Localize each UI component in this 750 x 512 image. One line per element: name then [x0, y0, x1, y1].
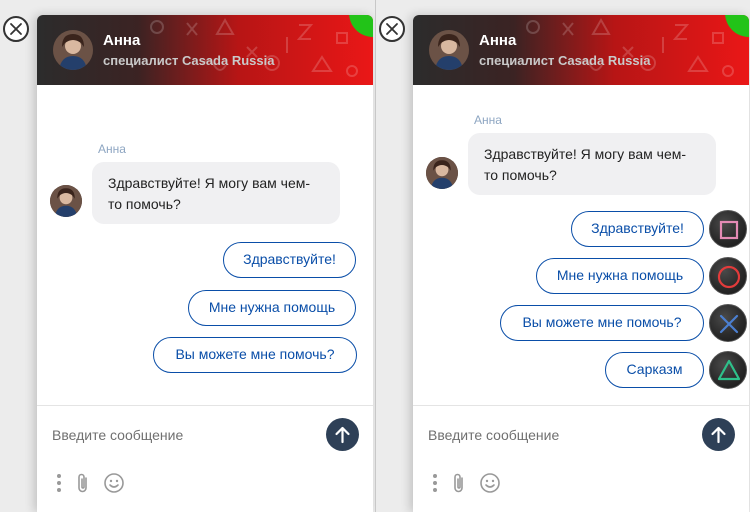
agent-role: специалист Casada Russia: [103, 53, 275, 68]
send-button[interactable]: [702, 418, 735, 451]
cross-button[interactable]: [709, 304, 747, 342]
agent-message-bubble: Здравствуйте! Я могу вам чем-то помочь?: [92, 162, 340, 224]
chat-screen-default: Анна специалист Casada Russia Анна Здрав…: [0, 0, 375, 512]
square-icon: [719, 220, 739, 240]
agent-message-text: Здравствуйте! Я могу вам чем-то помочь?: [484, 146, 687, 183]
message-input[interactable]: [52, 424, 312, 446]
attach-icon[interactable]: [451, 472, 467, 494]
agent-name: Анна: [479, 32, 517, 49]
composer: [37, 405, 373, 512]
close-chat-button[interactable]: [3, 16, 29, 42]
circle-icon: [717, 265, 741, 289]
agent-role: специалист Casada Russia: [479, 53, 651, 68]
chat-header: Анна специалист Casada Russia: [37, 15, 373, 85]
message-avatar: [426, 157, 458, 189]
send-button[interactable]: [326, 418, 359, 451]
chat-widget: Анна специалист Casada Russia Анна Здрав…: [413, 15, 749, 512]
agent-avatar: [53, 30, 93, 70]
emoji-icon[interactable]: [479, 472, 501, 494]
more-options-icon[interactable]: [431, 472, 439, 494]
message-sender-label: Анна: [474, 113, 502, 127]
emoji-icon[interactable]: [103, 472, 125, 494]
agent-message-text: Здравствуйте! Я могу вам чем-то помочь?: [108, 175, 311, 212]
quick-reply-need-help[interactable]: Мне нужна помощь: [536, 258, 704, 294]
agent-message-bubble: Здравствуйте! Я могу вам чем-то помочь?: [468, 133, 716, 195]
arrow-up-icon: [335, 426, 350, 444]
triangle-icon: [717, 359, 741, 381]
message-input[interactable]: [428, 424, 688, 446]
composer: [413, 405, 749, 512]
cross-icon: [719, 314, 739, 334]
attach-icon[interactable]: [75, 472, 91, 494]
quick-reply-hello[interactable]: Здравствуйте!: [223, 242, 356, 278]
quick-reply-hello[interactable]: Здравствуйте!: [571, 211, 704, 247]
message-sender-label: Анна: [98, 142, 126, 156]
circle-button[interactable]: [709, 257, 747, 295]
quick-reply-need-help[interactable]: Мне нужна помощь: [188, 290, 356, 326]
chat-header: Анна специалист Casada Russia: [413, 15, 749, 85]
triangle-button[interactable]: [709, 351, 747, 389]
quick-reply-can-you-help[interactable]: Вы можете мне помочь?: [500, 305, 704, 341]
arrow-up-icon: [711, 426, 726, 444]
close-icon: [10, 23, 22, 35]
chat-screen-gamepad: Анна специалист Casada Russia Анна Здрав…: [376, 0, 750, 512]
agent-name: Анна: [103, 32, 141, 49]
message-avatar: [50, 185, 82, 217]
square-button[interactable]: [709, 210, 747, 248]
chat-widget: Анна специалист Casada Russia Анна Здрав…: [37, 15, 373, 512]
more-options-icon[interactable]: [55, 472, 63, 494]
quick-reply-sarcasm[interactable]: Сарказм: [605, 352, 704, 388]
close-chat-button[interactable]: [379, 16, 405, 42]
agent-avatar: [429, 30, 469, 70]
close-icon: [386, 23, 398, 35]
quick-reply-can-you-help[interactable]: Вы можете мне помочь?: [153, 337, 357, 373]
